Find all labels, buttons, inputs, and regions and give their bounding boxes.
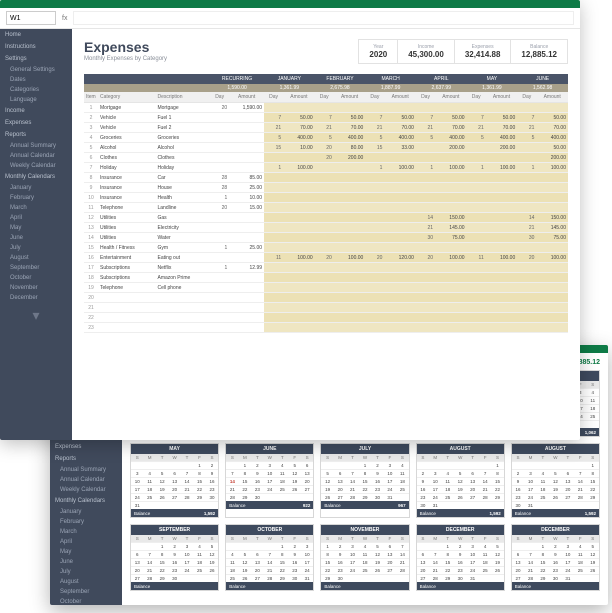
- calendar-may[interactable]: MAYSMTWTFS123456789101112131415161718192…: [130, 443, 219, 518]
- sidebar-item-language[interactable]: Language: [0, 95, 72, 105]
- calendar-june[interactable]: JUNESMTWTFS12345678910111213141516171819…: [225, 443, 314, 518]
- sidebar-item-june[interactable]: June: [0, 233, 72, 243]
- sidebar-item-home[interactable]: Home: [0, 29, 72, 41]
- window-accent-bar: [0, 0, 580, 8]
- calendar-december[interactable]: DECEMBERSMTWTFS1234567891011121314151617…: [511, 524, 600, 591]
- table-row[interactable]: 21: [84, 303, 568, 313]
- table-row[interactable]: 16EntertainmentEating out11100.0020100.0…: [84, 253, 568, 263]
- summary-income: Income45,300.00: [397, 40, 454, 63]
- table-row[interactable]: 3VehicleFuel 22170.002170.002170.002170.…: [84, 123, 568, 133]
- page-title: Expenses: [84, 39, 167, 55]
- table-row[interactable]: 11TelephoneLandline2015.00: [84, 203, 568, 213]
- data-grid[interactable]: RECURRINGJANUARYFEBRUARYMARCHAPRILMAYJUN…: [84, 74, 568, 435]
- sidebar-item-august[interactable]: August: [50, 577, 122, 587]
- sidebar-item-dates[interactable]: Dates: [0, 75, 72, 85]
- sidebar-item-categories[interactable]: Categories: [0, 85, 72, 95]
- sidebar-item-july[interactable]: July: [50, 567, 122, 577]
- sidebar-item-expenses[interactable]: Expenses: [50, 441, 122, 453]
- sidebar-item-september[interactable]: September: [0, 263, 72, 273]
- table-row[interactable]: 1MortgageMortgage201,590.00: [84, 103, 568, 113]
- table-row[interactable]: 18SubscriptionsAmazon Prime: [84, 273, 568, 283]
- formula-bar: fx: [0, 8, 580, 29]
- summary-year: Year2020: [359, 40, 397, 63]
- sidebar-item-october[interactable]: October: [50, 597, 122, 605]
- table-row[interactable]: 6ClothesClothes20200.00200.00: [84, 153, 568, 163]
- calendar-august[interactable]: AUGUSTSMTWTFS123456789101112131415161718…: [511, 443, 600, 518]
- sidebar-item-monthly-calendars[interactable]: Monthly Calendars: [0, 171, 72, 183]
- sidebar-item-weekly-calendar[interactable]: Weekly Calendar: [0, 161, 72, 171]
- sidebar-item-december[interactable]: December: [0, 293, 72, 303]
- table-row[interactable]: 13UtilitiesElectricity21145.0021145.00: [84, 223, 568, 233]
- table-row[interactable]: 14UtilitiesWater3075.003075.00: [84, 233, 568, 243]
- sidebar-item-november[interactable]: November: [0, 283, 72, 293]
- calendar-august[interactable]: AUGUSTSMTWTFS123456789101112131415161718…: [416, 443, 505, 518]
- table-row[interactable]: 12UtilitiesGas14150.0014150.00: [84, 213, 568, 223]
- sidebar-item-monthly-calendars[interactable]: Monthly Calendars: [50, 495, 122, 507]
- expenses-window: fx HomeInstructionsSettingsGeneral Setti…: [0, 0, 580, 440]
- fx-label: fx: [62, 15, 67, 22]
- table-row[interactable]: 23: [84, 323, 568, 333]
- name-box-input[interactable]: [6, 11, 56, 25]
- calendar-november[interactable]: NOVEMBERSMTWTFS1234567891011121314151617…: [320, 524, 409, 591]
- sidebar-item-annual-calendar[interactable]: Annual Calendar: [0, 151, 72, 161]
- sidebar-item-august[interactable]: August: [0, 253, 72, 263]
- sidebar-item-annual-summary[interactable]: Annual Summary: [0, 141, 72, 151]
- table-row[interactable]: 5AlcoholAlcohol1510.002080.001533.00200.…: [84, 143, 568, 153]
- sidebar-item-february[interactable]: February: [50, 517, 122, 527]
- chevron-down-icon[interactable]: ▾: [0, 307, 72, 324]
- table-row[interactable]: 9InsuranceHouse2825.00: [84, 183, 568, 193]
- sidebar-item-weekly-calendar[interactable]: Weekly Calendar: [50, 485, 122, 495]
- header: Expenses Monthly Expenses by Category Ye…: [84, 39, 568, 64]
- sidebar-item-reports[interactable]: Reports: [0, 129, 72, 141]
- calendar-october[interactable]: OCTOBERSMTWTFS12345678910111213141516171…: [225, 524, 314, 591]
- sidebar-item-january[interactable]: January: [0, 183, 72, 193]
- sidebar-item-annual-summary[interactable]: Annual Summary: [50, 465, 122, 475]
- sidebar-item-january[interactable]: January: [50, 507, 122, 517]
- sidebar-item-annual-calendar[interactable]: Annual Calendar: [50, 475, 122, 485]
- sidebar-item-reports[interactable]: Reports: [50, 453, 122, 465]
- calendar-july[interactable]: JULYSMTWTFS12345678910111213141516171819…: [320, 443, 409, 518]
- sidebar-item-may[interactable]: May: [0, 223, 72, 233]
- summary-balance: Balance12,885.12: [510, 40, 567, 63]
- table-row[interactable]: 7HolidayHoliday1100.001100.001100.001100…: [84, 163, 568, 173]
- sidebar-item-may[interactable]: May: [50, 547, 122, 557]
- sidebar-item-income[interactable]: Income: [0, 105, 72, 117]
- sidebar-item-february[interactable]: February: [0, 193, 72, 203]
- summary-expenses: Expenses32,414.88: [454, 40, 511, 63]
- sidebar-item-instructions[interactable]: Instructions: [0, 41, 72, 53]
- calendar-december[interactable]: DECEMBERSMTWTFS1234567891011121314151617…: [416, 524, 505, 591]
- table-row[interactable]: 15Health / FitnessGym125.00: [84, 243, 568, 253]
- sidebar-item-june[interactable]: June: [50, 557, 122, 567]
- sidebar-item-april[interactable]: April: [50, 537, 122, 547]
- sidebar-item-march[interactable]: March: [50, 527, 122, 537]
- formula-input[interactable]: [73, 11, 574, 25]
- sidebar-item-expenses[interactable]: Expenses: [0, 117, 72, 129]
- sidebar-item-july[interactable]: July: [0, 243, 72, 253]
- table-row[interactable]: 8InsuranceCar2885.00: [84, 173, 568, 183]
- calendar-september[interactable]: SEPTEMBERSMTWTFS123456789101112131415161…: [130, 524, 219, 591]
- table-row[interactable]: 2VehicleFuel 1750.00750.00750.00750.0075…: [84, 113, 568, 123]
- sidebar-item-settings[interactable]: Settings: [0, 53, 72, 65]
- sidebar-item-april[interactable]: April: [0, 213, 72, 223]
- sidebar-item-march[interactable]: March: [0, 203, 72, 213]
- table-row[interactable]: 17SubscriptionsNetflix112.99: [84, 263, 568, 273]
- table-row[interactable]: 20: [84, 293, 568, 303]
- page-subtitle: Monthly Expenses by Category: [84, 56, 167, 62]
- table-row[interactable]: 4GroceriesGroceries5400.005400.005400.00…: [84, 133, 568, 143]
- table-row[interactable]: 22: [84, 313, 568, 323]
- table-row[interactable]: 10InsuranceHealth110.00: [84, 193, 568, 203]
- sidebar-item-october[interactable]: October: [0, 273, 72, 283]
- sidebar-item-general-settings[interactable]: General Settings: [0, 65, 72, 75]
- sidebar-item-september[interactable]: September: [50, 587, 122, 597]
- table-row[interactable]: 19TelephoneCell phone: [84, 283, 568, 293]
- summary-cards: Year2020Income45,300.00Expenses32,414.88…: [358, 39, 568, 64]
- sidebar-nav: HomeInstructionsSettingsGeneral Settings…: [0, 29, 72, 440]
